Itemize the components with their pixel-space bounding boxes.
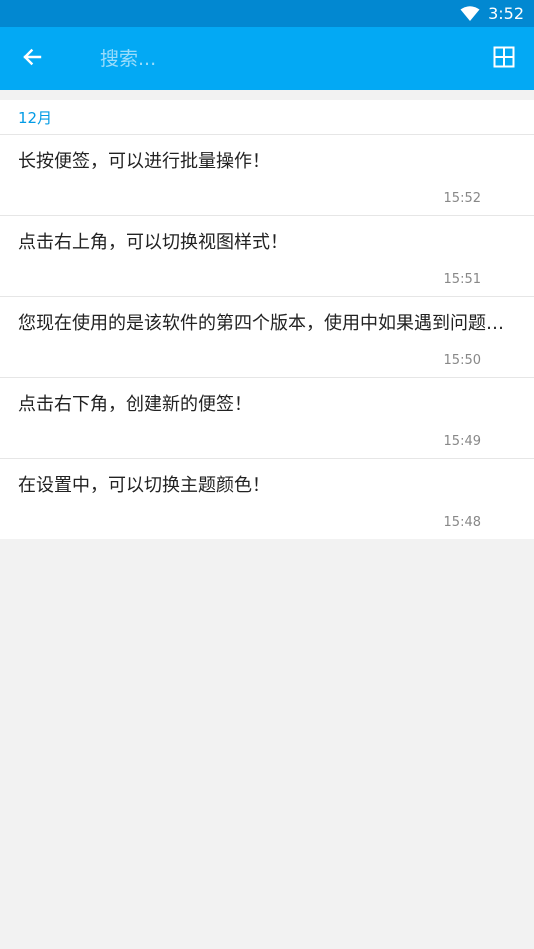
notes-list: 12月 长按便签，可以进行批量操作！ 15:52 点击右上角，可以切换视图样式！… [0, 100, 534, 539]
note-time: 15:48 [443, 515, 481, 530]
status-time: 3:52 [488, 4, 524, 23]
search-input[interactable] [98, 37, 474, 80]
note-text: 点击右下角，创建新的便签！ [18, 394, 252, 415]
note-time: 15:49 [443, 434, 481, 449]
note-time: 15:52 [443, 191, 481, 206]
note-time: 15:50 [443, 353, 481, 368]
note-text: 长按便签，可以进行批量操作！ [18, 151, 270, 172]
arrow-back-icon [22, 47, 42, 71]
note-item[interactable]: 长按便签，可以进行批量操作！ 15:52 [0, 135, 534, 216]
section-header-month: 12月 [0, 100, 534, 135]
status-indicators: 3:52 [460, 0, 524, 27]
back-button[interactable] [0, 27, 64, 90]
status-bar: 3:52 [0, 0, 534, 27]
note-text: 您现在使用的是该软件的第四个版本，使用中如果遇到问题，请及时反馈！ [18, 313, 516, 334]
note-item[interactable]: 在设置中，可以切换主题颜色！ 15:48 [0, 459, 534, 539]
note-text: 点击右上角，可以切换视图样式！ [18, 232, 288, 253]
note-item[interactable]: 点击右上角，可以切换视图样式！ 15:51 [0, 216, 534, 297]
note-time: 15:51 [443, 272, 481, 287]
note-text: 在设置中，可以切换主题颜色！ [18, 475, 270, 496]
wifi-icon [460, 5, 480, 22]
grid-view-icon [493, 46, 515, 72]
note-item[interactable]: 点击右下角，创建新的便签！ 15:49 [0, 378, 534, 459]
view-toggle-button[interactable] [474, 27, 534, 90]
note-item[interactable]: 您现在使用的是该软件的第四个版本，使用中如果遇到问题，请及时反馈！ 15:50 [0, 297, 534, 378]
app-bar [0, 27, 534, 90]
